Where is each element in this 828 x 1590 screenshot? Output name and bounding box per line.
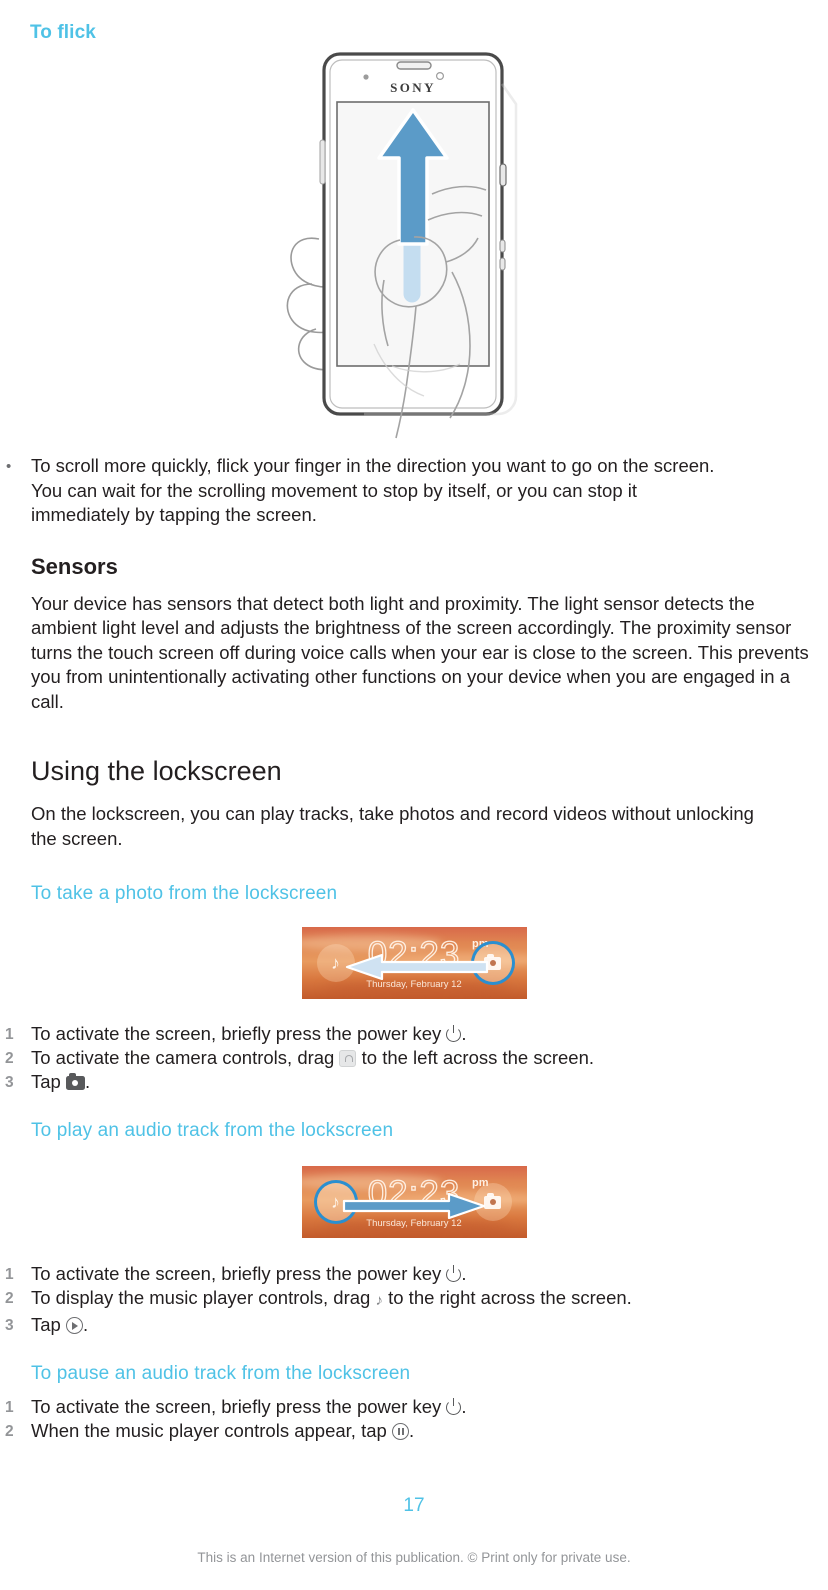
top-spacer (0, 0, 828, 22)
spacer-sensors (0, 580, 828, 592)
step-text-before: To display the music player controls, dr… (31, 1287, 376, 1308)
lockscreen-paragraph: On the lockscreen, you can play tracks, … (31, 803, 754, 849)
step-number: 2 (5, 1050, 14, 1067)
power-icon (446, 1398, 462, 1415)
sensors-paragraph: Your device has sensors that detect both… (31, 592, 809, 712)
step-number: 3 (5, 1317, 14, 1334)
pause-icon (391, 1423, 409, 1440)
heading-pause-audio: To pause an audio track from the lockscr… (31, 1363, 411, 1384)
spacer-before-lockscreen (0, 714, 828, 756)
flick-gesture-figure: SONY (0, 44, 828, 454)
flick-bullet-text: To scroll more quickly, flick your finge… (31, 455, 715, 525)
step-item: 2 When the music player controls appear,… (0, 1419, 828, 1443)
spacer-after-bullet (0, 528, 828, 554)
spacer-photo-steps (0, 999, 828, 1022)
svg-text:SONY: SONY (390, 80, 436, 95)
page-number: 17 (403, 1495, 425, 1516)
lockscreen-photo-image: 02:23 pm Thursday, February 12 ♪ (301, 927, 527, 999)
spacer-before-photo (0, 851, 828, 883)
step-text-before: To activate the screen, briefly press th… (31, 1396, 447, 1417)
step-text-before: To activate the camera controls, drag (31, 1047, 340, 1068)
lock-icon (339, 1050, 357, 1067)
play-icon (65, 1317, 83, 1334)
step-text-after: . (82, 1314, 89, 1335)
step-text-after: . (461, 1263, 467, 1284)
step-item: 1 To activate the screen, briefly press … (0, 1262, 828, 1286)
heading-using-lockscreen: Using the lockscreen (31, 756, 282, 786)
spacer-before-pause (0, 1337, 828, 1363)
drag-right-arrow-icon (342, 1193, 485, 1219)
step-item: 3 Tap . (0, 1313, 828, 1337)
spacer-photo-figure (0, 905, 828, 927)
step-text-before: Tap (31, 1314, 66, 1335)
heading-play-audio: To play an audio track from the lockscre… (31, 1120, 394, 1141)
step-text-after: . (461, 1023, 467, 1044)
camera-icon (484, 1192, 501, 1209)
step-number: 1 (5, 1026, 14, 1043)
spacer-pause-steps (0, 1385, 828, 1395)
power-icon (446, 1265, 462, 1282)
steps-pause-audio: 1 To activate the screen, briefly press … (0, 1395, 828, 1443)
step-text-after: . (84, 1071, 91, 1092)
steps-play-audio: 1 To activate the screen, briefly press … (0, 1262, 828, 1337)
step-number: 2 (5, 1290, 14, 1307)
step-text-before: To activate the screen, briefly press th… (31, 1023, 447, 1044)
step-text-before: Tap (31, 1071, 66, 1092)
footer-note: This is an Internet version of this publ… (197, 1550, 631, 1565)
step-text-after: to the left across the screen. (356, 1047, 595, 1068)
step-text-after: . (408, 1420, 415, 1441)
music-note-icon: ♪ (331, 953, 340, 973)
bullet-icon: • (6, 458, 12, 475)
drag-left-arrow-icon (345, 954, 488, 980)
spacer-lockscreen-heading (0, 787, 828, 802)
step-item: 1 To activate the screen, briefly press … (0, 1395, 828, 1419)
step-text-after: . (461, 1396, 467, 1417)
spacer-audio-figure (0, 1142, 828, 1166)
step-number: 1 (5, 1266, 14, 1283)
lockscreen-audio-figure: 02:23 pm Thursday, February 12 ♪ (0, 1166, 828, 1238)
lockscreen-audio-image: 02:23 pm Thursday, February 12 ♪ (301, 1166, 527, 1238)
music-note-icon: ♪ (331, 1192, 340, 1212)
document-page: To flick SONY • To scroll more quickly, … (0, 0, 828, 1590)
step-item: 1 To activate the screen, briefly press … (0, 1022, 828, 1046)
spacer-audio-steps (0, 1238, 828, 1262)
step-text-after: to the right across the screen. (382, 1287, 632, 1308)
step-number: 3 (5, 1074, 14, 1091)
step-number: 1 (5, 1399, 14, 1416)
heading-to-flick: To flick (30, 22, 96, 43)
power-icon (446, 1025, 462, 1042)
step-item: 2 To activate the camera controls, drag … (0, 1046, 828, 1070)
flick-bullet-item: • To scroll more quickly, flick your fin… (0, 454, 828, 528)
heading-take-photo: To take a photo from the lockscreen (31, 883, 338, 904)
step-item: 2 To display the music player controls, … (0, 1286, 828, 1313)
step-item: 3 Tap . (0, 1070, 828, 1094)
spacer-before-play (0, 1094, 828, 1120)
steps-take-photo: 1 To activate the screen, briefly press … (0, 1022, 828, 1094)
lockscreen-photo-figure: 02:23 pm Thursday, February 12 ♪ (0, 927, 828, 999)
music-note-icon: ♪ (375, 1292, 383, 1309)
sony-phone-illustration: SONY (286, 52, 518, 439)
step-text-before: When the music player controls appear, t… (31, 1420, 392, 1441)
step-number: 2 (5, 1423, 14, 1440)
heading-sensors: Sensors (31, 553, 118, 579)
step-text-before: To activate the screen, briefly press th… (31, 1263, 447, 1284)
camera-icon (65, 1072, 85, 1090)
